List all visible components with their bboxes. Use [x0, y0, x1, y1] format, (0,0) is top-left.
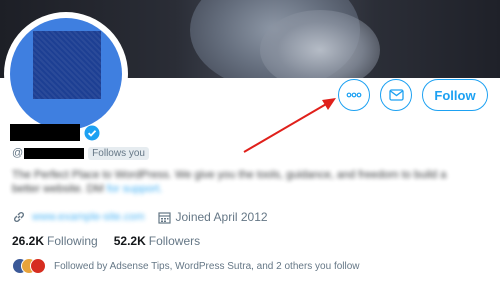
follows-you-badge: Follows you	[88, 146, 149, 160]
bio-link[interactable]: for support.	[107, 183, 163, 195]
following-stat[interactable]: 26.2K Following	[12, 234, 98, 248]
mini-avatar	[30, 258, 46, 274]
handle-row: @ Follows you	[12, 146, 149, 160]
display-name-redacted	[10, 124, 80, 141]
following-label: Following	[47, 234, 98, 248]
verified-badge-icon	[84, 125, 100, 141]
followers-stat[interactable]: 52.2K Followers	[114, 234, 200, 248]
followed-by-row[interactable]: Followed by Adsense Tips, WordPress Sutr…	[12, 258, 360, 274]
joined-label: Joined April 2012	[175, 210, 268, 224]
follow-stats: 26.2K Following 52.2K Followers	[12, 234, 216, 248]
profile-url-blurred[interactable]: www.example-site.com	[32, 211, 144, 223]
following-count: 26.2K	[12, 234, 45, 248]
followers-label: Followers	[148, 234, 201, 248]
handle-redacted	[24, 147, 85, 159]
profile-bio: The Perfect Place to WordPress. We give …	[12, 168, 472, 196]
handle-at: @	[12, 147, 24, 159]
followers-count: 52.2K	[113, 234, 146, 248]
followed-by-avatars	[12, 258, 46, 274]
calendar-icon	[158, 211, 172, 224]
followed-by-text: Followed by Adsense Tips, WordPress Sutr…	[54, 260, 360, 272]
profile-meta: www.example-site.com Joined April 2012	[12, 209, 268, 225]
bio-text: The Perfect Place to WordPress. We give …	[12, 169, 447, 195]
link-icon	[14, 212, 24, 222]
joined-date: Joined April 2012	[158, 210, 268, 224]
